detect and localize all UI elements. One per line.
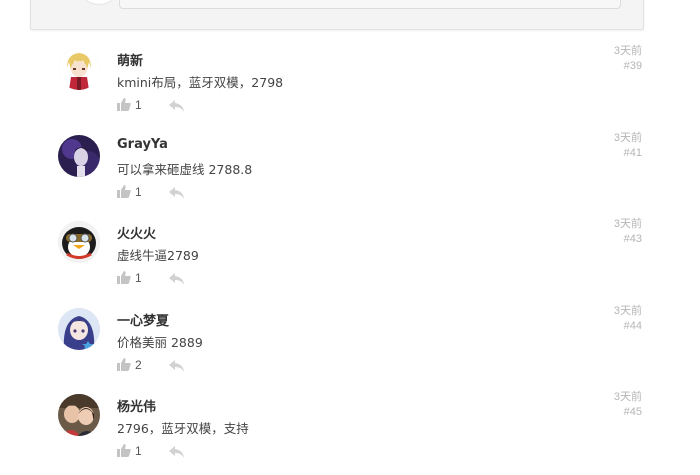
reply-arrow-icon: [169, 185, 185, 204]
avatar[interactable]: [58, 48, 100, 90]
like-button[interactable]: 1: [117, 97, 151, 113]
like-count: 1: [135, 98, 142, 112]
comment-text: kmini布局，蓝牙双模，2798: [117, 75, 284, 90]
comment-item: 火火火 虚线牛逼2789 1 3天前 #43: [0, 215, 700, 302]
like-button[interactable]: 1: [117, 270, 151, 286]
comment-time: 3天前: [613, 132, 642, 144]
comment-author[interactable]: 杨光伟: [117, 396, 156, 415]
comment-meta: 3天前 #44: [614, 304, 642, 334]
avatar[interactable]: [58, 394, 100, 436]
like-button[interactable]: 1: [117, 184, 151, 200]
reply-arrow-icon: [169, 98, 185, 117]
comment-meta: 3天前 #41: [614, 131, 642, 161]
like-count: 1: [135, 185, 142, 199]
floor-number[interactable]: #44: [614, 319, 642, 334]
floor-number[interactable]: #45: [614, 405, 642, 420]
like-count: 1: [135, 271, 142, 285]
current-user-avatar: [77, 0, 121, 5]
comment-item: 杨光伟 2796，蓝牙双模，支持 1 3天前 #45: [0, 388, 700, 475]
comment-author[interactable]: 萌新: [117, 50, 143, 69]
comment-author[interactable]: GrayYa: [117, 137, 168, 152]
comment-time: 3天前: [613, 305, 642, 317]
reply-button[interactable]: [169, 185, 187, 199]
reply-arrow-icon: [169, 271, 185, 290]
comment-time: 3天前: [613, 391, 642, 403]
floor-number[interactable]: #39: [614, 59, 642, 74]
comment-text: 价格美丽 2889: [117, 335, 203, 350]
reply-arrow-icon: [169, 444, 185, 463]
reply-composer: [30, 0, 644, 30]
comment-time: 3天前: [613, 45, 642, 57]
comment-item: GrayYa 可以拿来砸虚线 2788.8 1 3天前 #41: [0, 129, 700, 216]
comment-author[interactable]: 火火火: [117, 223, 156, 242]
comment-text: 可以拿来砸虚线 2788.8: [117, 162, 253, 177]
comment-meta: 3天前 #39: [614, 44, 642, 74]
reply-input[interactable]: [119, 0, 621, 9]
reply-button[interactable]: [169, 358, 187, 372]
comment-meta: 3天前 #45: [614, 390, 642, 420]
floor-number[interactable]: #43: [614, 232, 642, 247]
comment-meta: 3天前 #43: [614, 217, 642, 247]
reply-arrow-icon: [169, 358, 185, 377]
avatar[interactable]: [58, 221, 100, 263]
like-count: 2: [135, 358, 142, 372]
comment-time: 3天前: [613, 218, 642, 230]
avatar[interactable]: [58, 135, 100, 177]
reply-button[interactable]: [169, 98, 187, 112]
comment-text: 2796，蓝牙双模，支持: [117, 421, 249, 436]
comment-text: 虚线牛逼2789: [117, 248, 199, 263]
comment-author[interactable]: 一心梦夏: [117, 310, 169, 329]
like-button[interactable]: 2: [117, 357, 151, 373]
like-button[interactable]: 1: [117, 443, 151, 459]
comment-item: 一心梦夏 价格美丽 2889 2 3天前 #44: [0, 302, 700, 389]
avatar[interactable]: [58, 308, 100, 350]
floor-number[interactable]: #41: [614, 146, 642, 161]
reply-button[interactable]: [169, 271, 187, 285]
comment-item: 萌新 kmini布局，蓝牙双模，2798 1 3天前 #39: [0, 42, 700, 129]
like-count: 1: [135, 444, 142, 458]
reply-button[interactable]: [169, 444, 187, 458]
